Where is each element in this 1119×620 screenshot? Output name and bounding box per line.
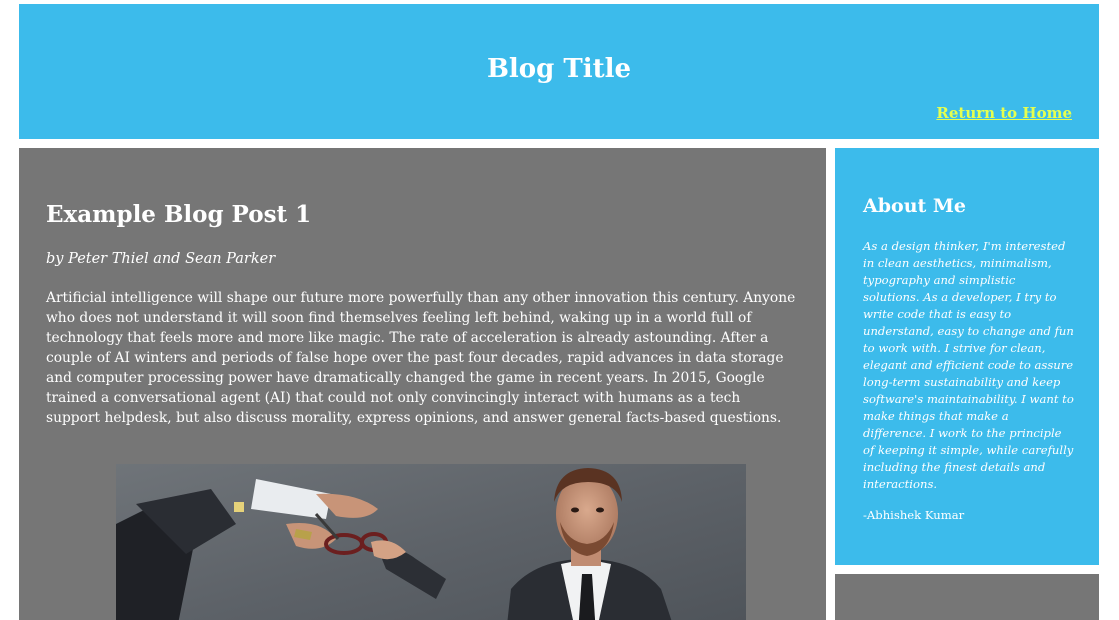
about-me-text: As a design thinker, I'm interested in c… (863, 239, 1074, 491)
blog-header: Blog Title Return to Home (19, 4, 1099, 139)
blog-title: Blog Title (486, 54, 632, 84)
post-title: Example Blog Post 1 (46, 201, 312, 228)
post-byline: by Peter Thiel and Sean Parker (46, 251, 276, 267)
return-home-link[interactable]: Return to Home (936, 104, 1072, 122)
author-signature: -Abhishek Kumar (863, 508, 965, 522)
sidebar-card (835, 574, 1099, 620)
about-me-card: About Me As a design thinker, I'm intere… (835, 148, 1099, 565)
post-image (116, 464, 746, 620)
about-me-title: About Me (863, 195, 967, 217)
blog-post: Example Blog Post 1 by Peter Thiel and S… (19, 148, 826, 620)
post-body: Artificial intelligence will shape our f… (46, 290, 796, 426)
